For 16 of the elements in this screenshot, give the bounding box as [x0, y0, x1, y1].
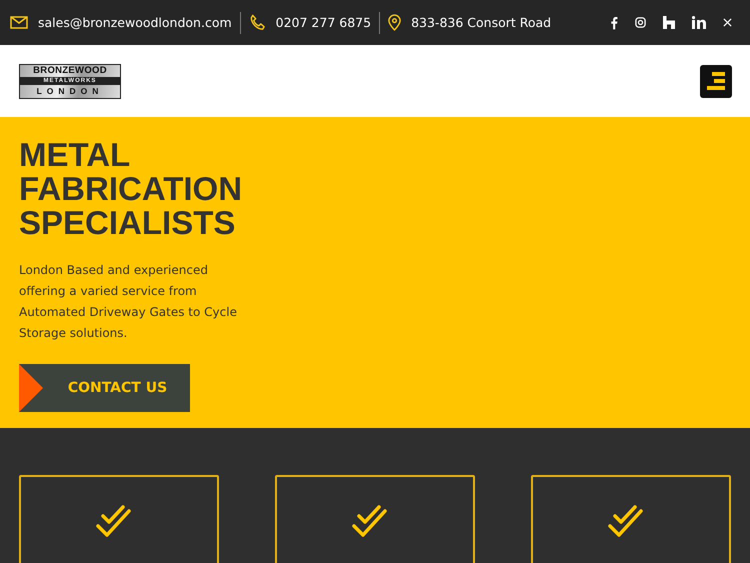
- menu-icon: [706, 71, 726, 91]
- instagram-icon[interactable]: [635, 17, 646, 28]
- hero-title: METAL FABRICATION SPECIALISTS: [19, 138, 244, 240]
- address-text: 833-836 Consort Road: [411, 15, 552, 30]
- email-link[interactable]: sales@bronzewoodlondon.com: [38, 15, 232, 30]
- menu-button[interactable]: [700, 64, 732, 98]
- linkedin-icon[interactable]: [692, 16, 706, 29]
- contact-button[interactable]: CONTACT US: [19, 364, 190, 412]
- x-icon[interactable]: [723, 18, 732, 27]
- location-pin-icon: [388, 14, 402, 31]
- phone-icon: [248, 14, 266, 31]
- envelope-icon: [10, 16, 28, 29]
- phone-link[interactable]: 0207 277 6875: [276, 15, 372, 30]
- facebook-icon[interactable]: [610, 16, 618, 30]
- hero-description: London Based and experienced offering a varied service from Automated Driveway Gates to Cycle Storage solutions.: [19, 262, 238, 342]
- triangle-icon: [19, 364, 43, 412]
